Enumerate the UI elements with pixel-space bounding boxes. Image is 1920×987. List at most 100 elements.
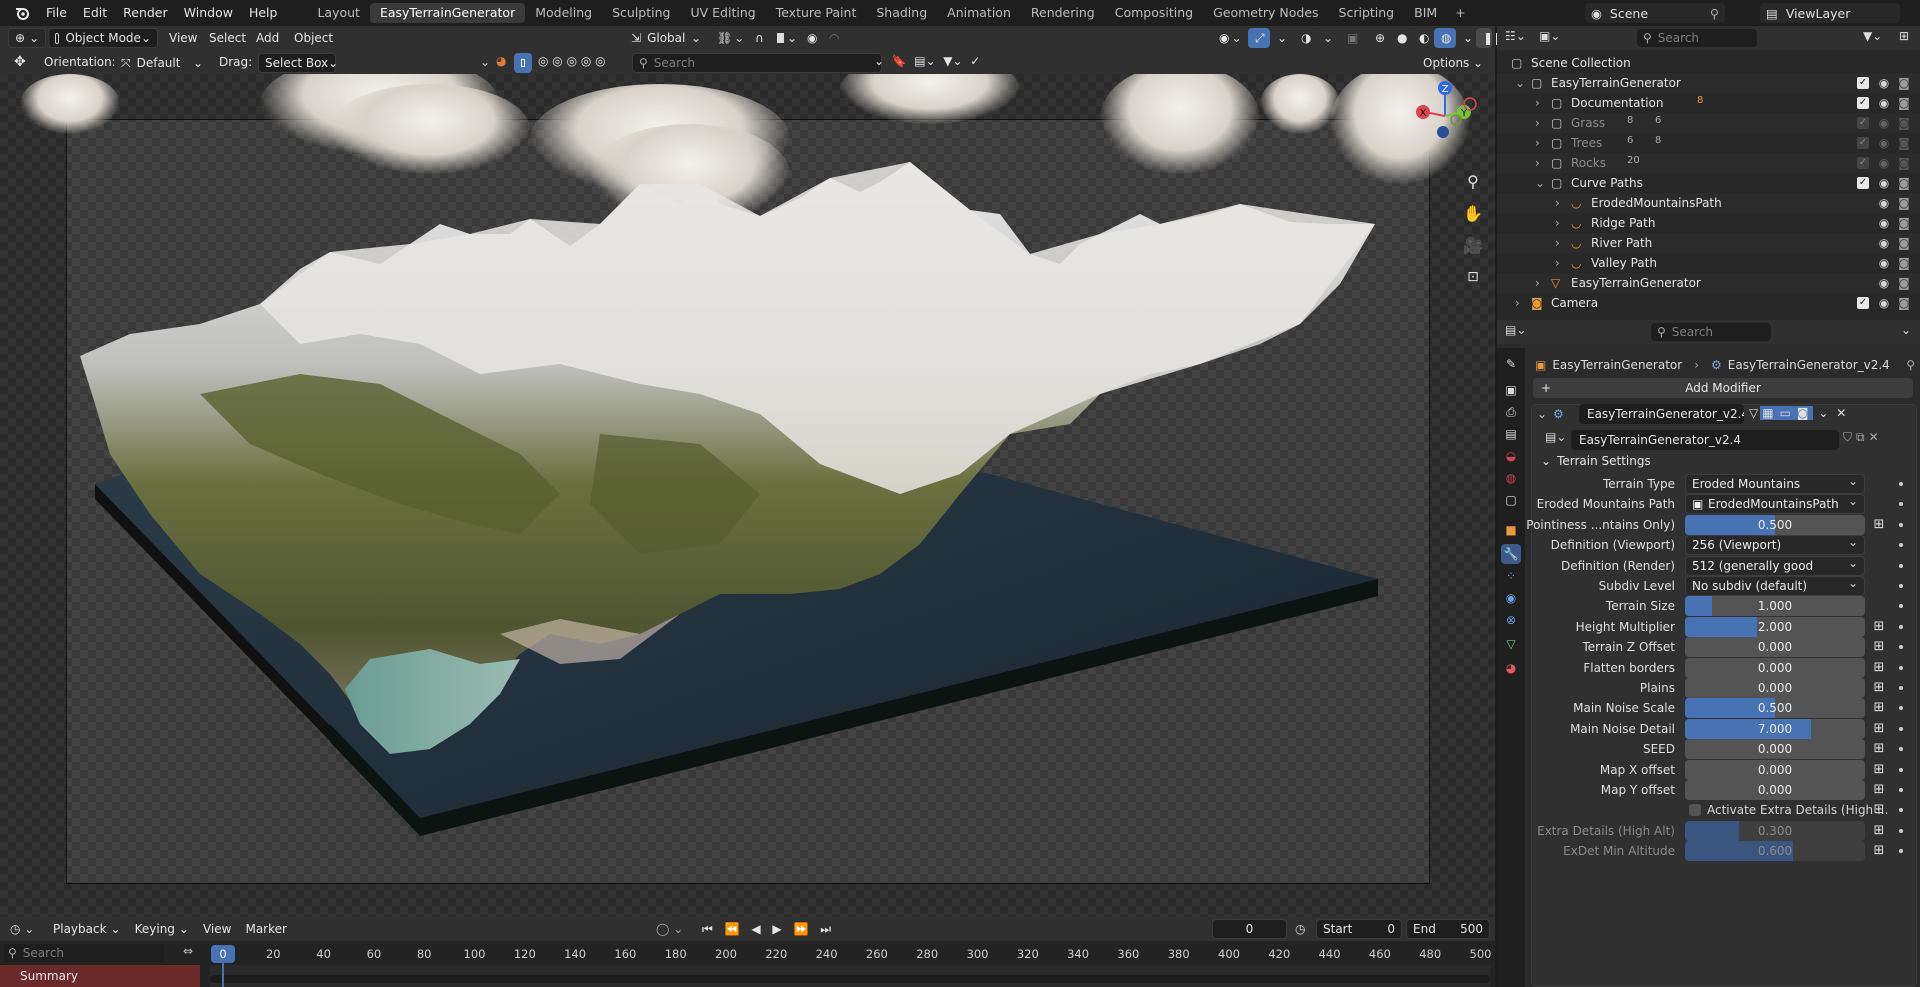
gizmo-toggle[interactable]: ⤢ <box>1248 28 1270 48</box>
keyframe-grid-icon[interactable]: ⊞ <box>1871 762 1887 778</box>
outliner-row[interactable]: › ◡ Valley Path ◉ ◙ <box>1497 253 1920 273</box>
exclude-checkbox[interactable]: ✓ <box>1857 177 1869 189</box>
expand-chevron-icon[interactable]: › <box>1535 276 1540 290</box>
visibility-eye-icon[interactable]: ◉ <box>1877 196 1891 210</box>
expand-chevron-icon[interactable]: › <box>1555 236 1560 250</box>
keyframe-grid-icon[interactable]: ⊞ <box>1871 782 1887 798</box>
scene-selector[interactable]: ◉ Scene ⚲ <box>1585 3 1725 23</box>
workspace-tab-scripting[interactable]: Scripting <box>1329 3 1405 23</box>
shading-material-button[interactable]: ◐ <box>1412 28 1434 48</box>
drag-dropdown[interactable]: Select Box ⌄ <box>258 53 338 73</box>
pin-icon[interactable]: ⚲ <box>1710 6 1719 21</box>
keyframe-grid-icon[interactable]: ⊞ <box>1871 802 1887 818</box>
outliner-row[interactable]: › ▢ Trees ✓ ◉ ◙ <box>1497 133 1920 153</box>
node-group-actions[interactable]: ⛉⧉✕ <box>1843 430 1883 445</box>
workspace-tab-geometry-nodes[interactable]: Geometry Nodes <box>1203 3 1328 23</box>
marker-menu[interactable]: Marker <box>238 919 294 939</box>
node-tree-icon[interactable]: ▤⌄ <box>1545 430 1566 444</box>
render-camera-icon[interactable]: ◙ <box>1897 76 1911 90</box>
render-camera-icon[interactable]: ◙ <box>1897 256 1911 270</box>
animate-dot-icon[interactable] <box>1899 686 1903 690</box>
blender-logo-icon[interactable] <box>10 1 34 25</box>
collapse-chevron-icon[interactable]: ⌄ <box>1537 407 1547 421</box>
visibility-eye-icon[interactable]: ◉ <box>1877 136 1891 150</box>
outliner-search-input[interactable]: ⚲ Search <box>1637 29 1757 47</box>
workspace-tab-shading[interactable]: Shading <box>866 3 937 23</box>
snap-target-dropdown[interactable]: ⌄ <box>770 28 804 48</box>
outliner-row[interactable]: › ◡ ErodedMountainsPath ◉ ◙ <box>1497 193 1920 213</box>
tool-tab-icon[interactable]: ✎ <box>1501 354 1521 374</box>
color-wheel-icon[interactable]: ◕ <box>496 54 506 68</box>
property-slider[interactable]: 7.000 <box>1685 718 1865 739</box>
keyframe-grid-icon[interactable]: ⊞ <box>1871 639 1887 655</box>
transform-tool-icon[interactable]: ✥ <box>14 54 26 70</box>
expand-chevron-icon[interactable]: ⌄ <box>1515 76 1525 90</box>
workspace-tab-modeling[interactable]: Modeling <box>525 3 602 23</box>
property-slider[interactable]: 1.000 <box>1685 596 1865 617</box>
expand-chevron-icon[interactable]: › <box>1515 296 1520 310</box>
outliner-row[interactable]: › ▢ Grass ✓ ◉ ◙ <box>1497 113 1920 133</box>
stopwatch-icon[interactable]: ◷ <box>1295 922 1305 936</box>
modifier-toggle-icons[interactable]: ▽ ▦ ▭ ◙ ⌄ ✕ <box>1749 406 1848 420</box>
overlays-toggle[interactable]: ◑ <box>1294 28 1316 48</box>
exclude-checkbox[interactable]: ✓ <box>1857 117 1869 129</box>
workspace-tab-uv-editing[interactable]: UV Editing <box>680 3 765 23</box>
render-camera-icon[interactable]: ◙ <box>1897 116 1911 130</box>
chevron-icon[interactable]: ⌄ <box>480 55 490 69</box>
keyframe-grid-icon[interactable]: ⊞ <box>1871 517 1887 533</box>
expand-chevron-icon[interactable]: › <box>1535 156 1540 170</box>
clock-editor-icon[interactable]: ◷ ⌄ <box>10 922 40 936</box>
scene-tab-icon[interactable]: ◒ <box>1501 446 1521 466</box>
animate-dot-icon[interactable] <box>1899 645 1903 650</box>
view-layer-selector[interactable]: ▤ ViewLayer <box>1760 3 1900 23</box>
proportional-falloff-dropdown[interactable]: ◠ <box>822 28 844 48</box>
data-tab-icon[interactable]: ▽ <box>1501 634 1521 654</box>
workspace-tab-bim[interactable]: BIM <box>1404 3 1447 23</box>
timeline-scrollbar[interactable] <box>210 975 1490 983</box>
view-layer-tab-icon[interactable]: ▤ <box>1501 424 1521 444</box>
property-slider[interactable]: 0.000 <box>1685 780 1865 800</box>
timeline-view-menu[interactable]: View <box>195 919 239 939</box>
timeline-search-input[interactable]: ⚲ Search <box>4 944 164 962</box>
outliner-editor-icon[interactable]: ☷⌄ <box>1505 29 1526 43</box>
expand-chevron-icon[interactable]: › <box>1555 256 1560 270</box>
render-camera-icon[interactable]: ◙ <box>1897 216 1911 230</box>
filter-icons[interactable]: ◎ ◎ ◎ ◎ ◎ <box>538 54 606 68</box>
property-slider[interactable]: 0.500 <box>1685 514 1865 535</box>
render-camera-icon[interactable]: ◙ <box>1897 196 1911 210</box>
keying-menu[interactable]: Keying ⌄ <box>127 919 196 939</box>
animate-dot-icon[interactable] <box>1899 808 1903 813</box>
menu-render[interactable]: Render <box>115 0 176 26</box>
shading-dropdown[interactable]: ⌄ <box>1456 28 1473 48</box>
expand-chevron-icon[interactable]: › <box>1555 216 1560 230</box>
property-slider[interactable]: 0.500 <box>1685 698 1865 719</box>
add-modifier-button[interactable]: + Add Modifier <box>1533 378 1913 398</box>
chevron-down-icon[interactable]: ⌄ <box>1901 323 1911 337</box>
visibility-eye-icon[interactable]: ◉ <box>1877 216 1891 230</box>
exclude-checkbox[interactable]: ✓ <box>1857 297 1869 309</box>
outliner-row[interactable]: › ◡ River Path ◉ ◙ <box>1497 233 1920 253</box>
animate-dot-icon[interactable] <box>1899 788 1903 792</box>
transform-orientation-dropdown[interactable]: ⇲ Global ⌄ <box>624 28 708 48</box>
asset-search-input[interactable]: ⚲ Search <box>632 53 882 73</box>
gizmo-dropdown[interactable]: ⌄ <box>1270 28 1287 48</box>
exclude-checkbox[interactable]: ✓ <box>1857 157 1869 169</box>
animate-dot-icon[interactable] <box>1899 522 1903 527</box>
animate-dot-icon[interactable] <box>1899 543 1903 548</box>
property-slider[interactable]: 0.000 <box>1685 657 1865 678</box>
animate-dot-icon[interactable] <box>1899 726 1903 731</box>
property-slider[interactable]: 0.600 <box>1685 841 1865 862</box>
proportional-edit-toggle[interactable]: ◉ <box>800 28 822 48</box>
workspace-tab-sculpting[interactable]: Sculpting <box>602 3 680 23</box>
expand-chevron-icon[interactable]: › <box>1555 196 1560 210</box>
property-slider[interactable]: 0.000 <box>1685 678 1865 698</box>
visibility-eye-icon[interactable]: ◉ <box>1877 116 1891 130</box>
modifier-tab-icon[interactable]: 🔧 <box>1501 544 1521 564</box>
modifier-name-input[interactable]: EasyTerrainGenerator_v2.4 <box>1579 404 1744 424</box>
animate-dot-icon[interactable] <box>1899 482 1903 486</box>
extra-details-checkbox[interactable] <box>1689 804 1701 817</box>
outliner-row[interactable]: › ◡ Ridge Path ◉ ◙ <box>1497 213 1920 233</box>
workspace-tab-rendering[interactable]: Rendering <box>1021 3 1105 23</box>
property-slider[interactable]: 0.000 <box>1685 759 1865 780</box>
end-frame-field[interactable]: End 500 <box>1406 919 1490 939</box>
